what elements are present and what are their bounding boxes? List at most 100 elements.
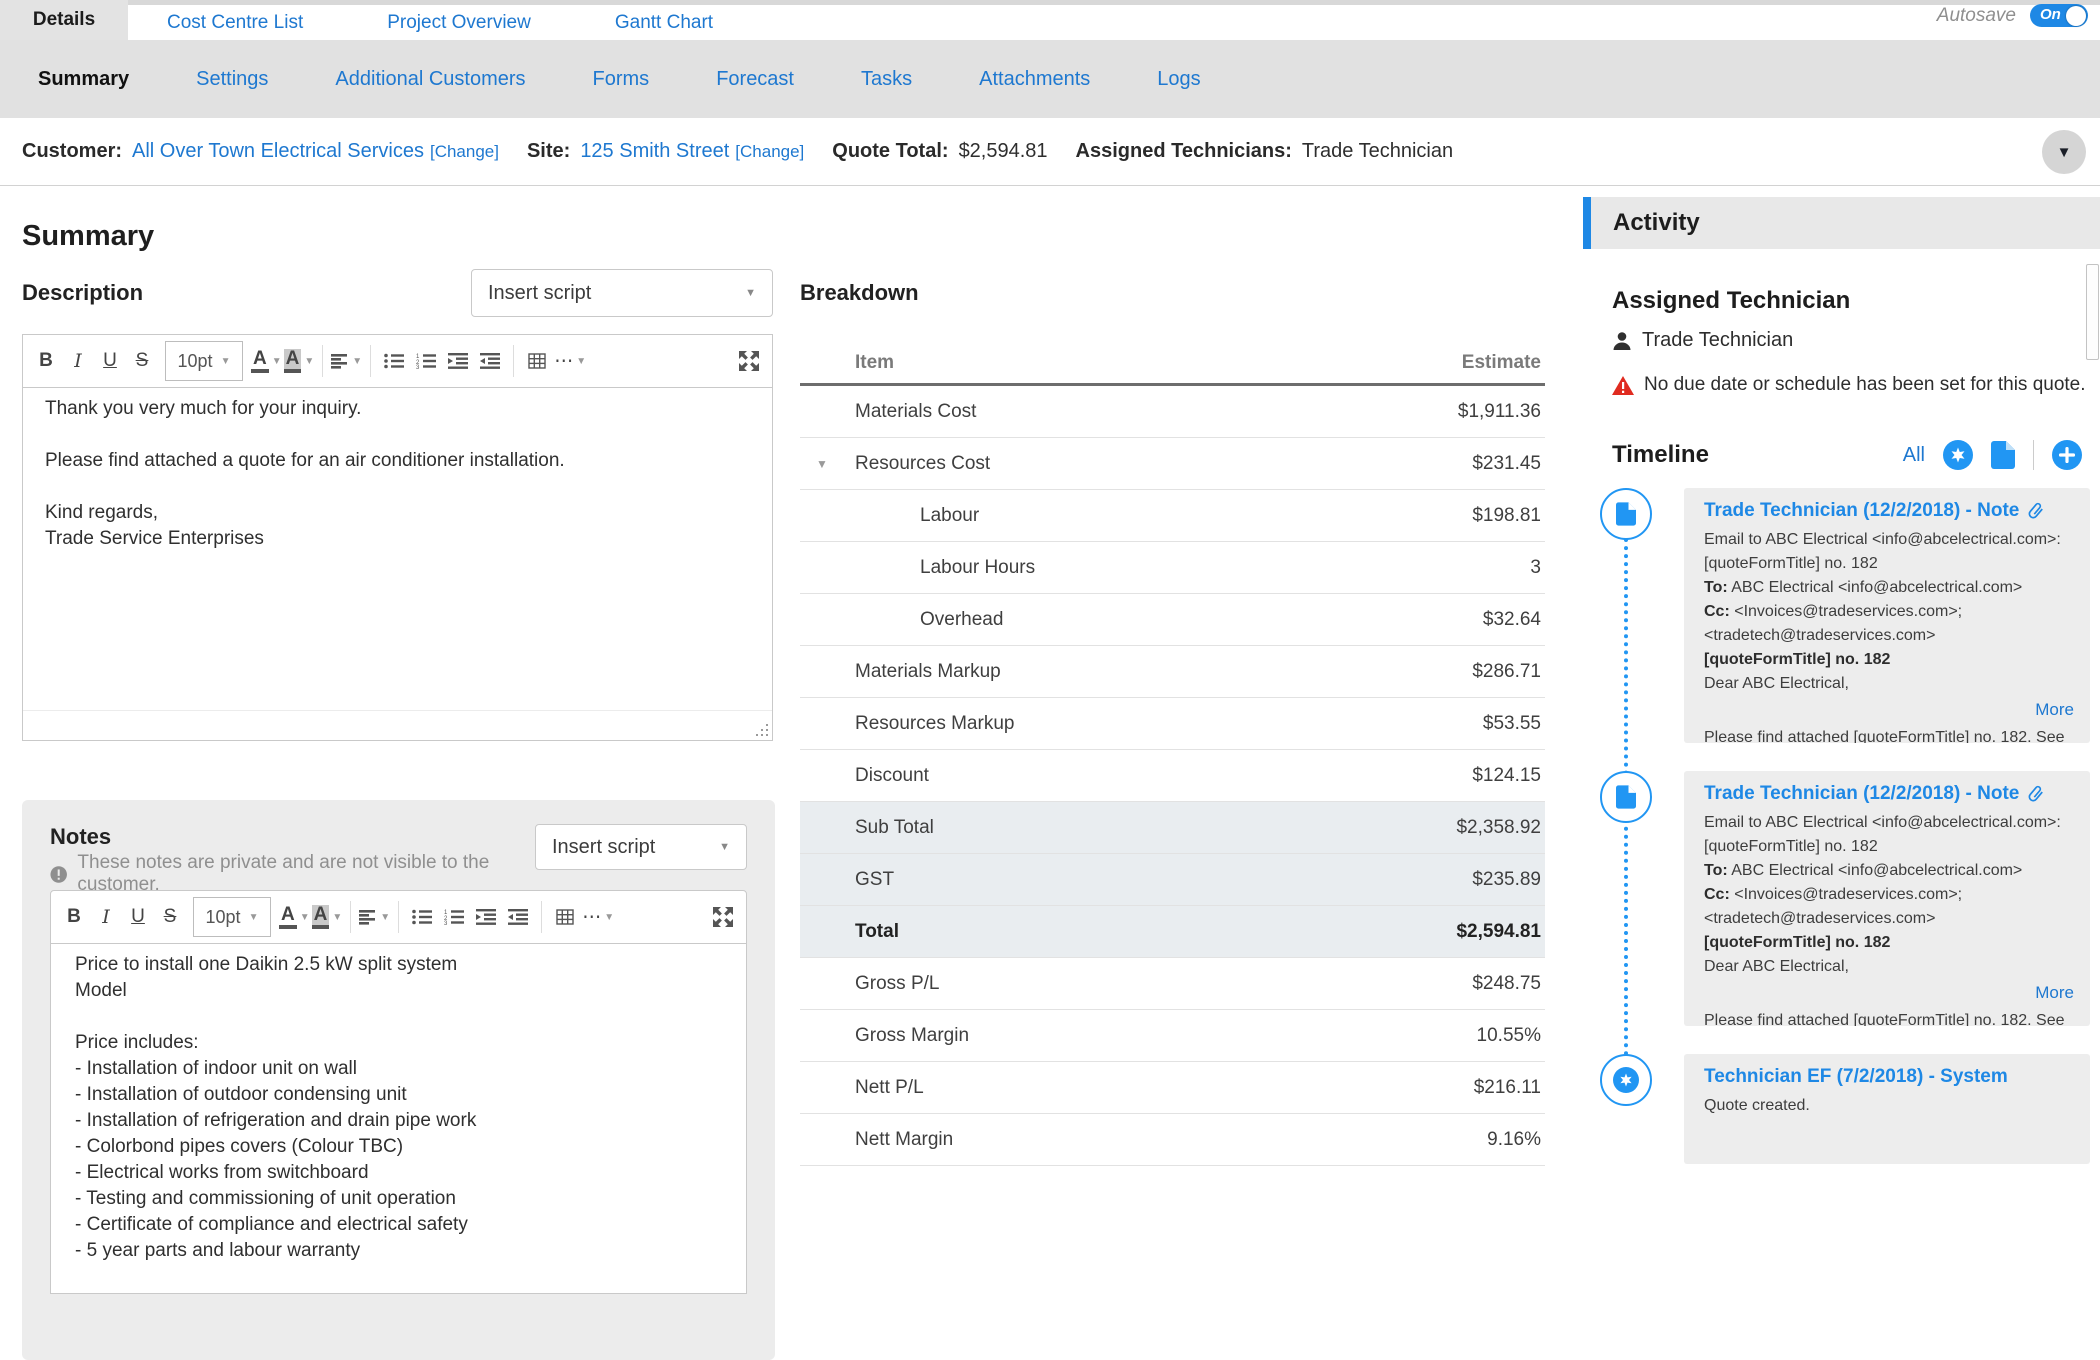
timeline-filter-all[interactable]: All — [1903, 444, 1925, 467]
tab-forms[interactable]: Forms — [593, 68, 650, 91]
insert-table-button[interactable] — [522, 342, 552, 380]
indent-icon — [476, 909, 496, 925]
note-filter-icon[interactable] — [1991, 441, 2015, 469]
align-button[interactable]: ▼ — [359, 898, 390, 936]
italic-button[interactable]: I — [91, 898, 121, 936]
numbered-list-button[interactable]: 123 — [439, 898, 469, 936]
tab-gantt-chart[interactable]: Gantt Chart — [615, 12, 713, 34]
note-event-marker — [1600, 771, 1652, 823]
description-editor[interactable]: Thank you very much for your inquiry. Pl… — [22, 388, 773, 741]
card-line: [quoteFormTitle] no. 182 — [1704, 835, 2074, 859]
editor-line: - Colorbond pipes covers (Colour TBC) — [75, 1134, 722, 1160]
row-value: $53.55 — [1483, 713, 1545, 735]
tab-attachments[interactable]: Attachments — [979, 68, 1090, 91]
autosave-control: Autosave On — [1937, 4, 2088, 27]
timeline-entry: Trade Technician (12/2/2018) - Note Emai… — [1600, 771, 2090, 1026]
paperclip-icon — [2027, 501, 2045, 521]
timeline-card: Trade Technician (12/2/2018) - Note Emai… — [1684, 771, 2090, 1026]
editor-line: - Installation of refrigeration and drai… — [75, 1108, 722, 1134]
editor-line: Thank you very much for your inquiry. — [45, 396, 750, 422]
font-size-select[interactable]: 10pt ▼ — [193, 897, 271, 937]
outdent-button[interactable] — [475, 342, 505, 380]
bullet-list-icon — [412, 909, 432, 925]
table-row: Nett P/L $216.11 — [800, 1062, 1545, 1114]
system-filter-icon[interactable] — [1943, 440, 1973, 470]
notes-insert-script-select[interactable]: Insert script ▼ — [535, 824, 747, 870]
card-line: [quoteFormTitle] no. 182 — [1704, 648, 2074, 672]
toolbar-separator — [513, 345, 514, 377]
table-icon — [528, 353, 546, 369]
collapse-arrow-icon[interactable]: ▼ — [816, 457, 828, 471]
more-options-button[interactable]: ⋯ ▼ — [582, 898, 614, 936]
strikethrough-button[interactable]: S — [155, 898, 185, 936]
chevron-down-icon: ▼ — [2057, 144, 2072, 161]
description-editor-text[interactable]: Thank you very much for your inquiry. Pl… — [23, 388, 772, 710]
dropdown-arrow-icon: ▼ — [576, 356, 586, 367]
more-link[interactable]: More — [1704, 698, 2074, 722]
indent-button[interactable] — [471, 898, 501, 936]
strikethrough-button[interactable]: S — [127, 342, 157, 380]
row-label: Sub Total — [800, 817, 934, 839]
tab-additional-customers[interactable]: Additional Customers — [335, 68, 525, 91]
customer-link[interactable]: All Over Town Electrical Services — [132, 140, 424, 163]
font-size-select[interactable]: 10pt ▼ — [165, 341, 243, 381]
tab-project-overview[interactable]: Project Overview — [387, 12, 531, 34]
card-arrow — [1684, 504, 1694, 524]
bold-button[interactable]: B — [59, 898, 89, 936]
italic-button[interactable]: I — [63, 342, 93, 380]
text-color-button[interactable]: A ▼ — [251, 342, 282, 380]
card-line: <tradetech@tradeservices.com> — [1704, 624, 2074, 648]
fullscreen-button[interactable] — [708, 898, 738, 936]
highlight-color-button[interactable]: A ▼ — [284, 342, 315, 380]
card-line: [quoteFormTitle] no. 182 — [1704, 931, 2074, 955]
numbered-list-button[interactable]: 123 — [411, 342, 441, 380]
underline-button[interactable]: U — [123, 898, 153, 936]
collapse-header-button[interactable]: ▼ — [2042, 130, 2086, 174]
highlight-color-button[interactable]: A ▼ — [312, 898, 343, 936]
underline-button[interactable]: U — [95, 342, 125, 380]
timeline-entry-title[interactable]: Trade Technician (12/2/2018) - Note — [1704, 500, 2074, 522]
tab-details[interactable]: Details — [0, 0, 128, 40]
tab-summary[interactable]: Summary — [38, 68, 129, 91]
row-value: $32.64 — [1483, 609, 1545, 631]
card-arrow — [1684, 1070, 1694, 1090]
fullscreen-button[interactable] — [734, 342, 764, 380]
add-note-icon[interactable] — [2052, 440, 2082, 470]
notes-privacy-text: These notes are private and are not visi… — [77, 852, 535, 896]
change-site-link[interactable]: [Change] — [735, 142, 804, 162]
notes-editor[interactable]: Price to install one Daikin 2.5 kW split… — [50, 944, 747, 1294]
change-customer-link[interactable]: [Change] — [430, 142, 499, 162]
breakdown-section: Breakdown Item Estimate Materials Cost $… — [800, 268, 1545, 1166]
bullet-list-button[interactable] — [407, 898, 437, 936]
outdent-button[interactable] — [503, 898, 533, 936]
description-insert-script-select[interactable]: Insert script ▼ — [471, 269, 773, 317]
table-row: Gross P/L $248.75 — [800, 958, 1545, 1010]
table-row: Materials Cost $1,911.36 — [800, 386, 1545, 438]
tab-forecast[interactable]: Forecast — [716, 68, 794, 91]
more-link[interactable]: More — [1704, 981, 2074, 1005]
bullet-list-button[interactable] — [379, 342, 409, 380]
toolbar-separator — [322, 345, 323, 377]
tab-tasks[interactable]: Tasks — [861, 68, 912, 91]
timeline-entry-title[interactable]: Trade Technician (12/2/2018) - Note — [1704, 783, 2074, 805]
more-options-button[interactable]: ⋯ ▼ — [554, 342, 586, 380]
activity-panel: Activity Assigned Technician Trade Techn… — [1583, 197, 2100, 1270]
table-row: Gross Margin 10.55% — [800, 1010, 1545, 1062]
align-button[interactable]: ▼ — [331, 342, 362, 380]
insert-table-button[interactable] — [550, 898, 580, 936]
card-line-clipped: Please find attached [quoteFormTitle] no… — [1704, 726, 2074, 743]
site-link[interactable]: 125 Smith Street — [580, 140, 729, 163]
tab-settings[interactable]: Settings — [196, 68, 268, 91]
text-color-button[interactable]: A ▼ — [279, 898, 310, 936]
scrollbar-thumb[interactable] — [2086, 264, 2099, 360]
timeline-heading: Timeline — [1612, 441, 1709, 469]
tab-logs[interactable]: Logs — [1157, 68, 1200, 91]
row-value: 3 — [1530, 557, 1545, 579]
timeline-entry-title[interactable]: Technician EF (7/2/2018) - System — [1704, 1066, 2074, 1088]
autosave-toggle[interactable]: On — [2030, 4, 2088, 27]
bold-button[interactable]: B — [31, 342, 61, 380]
resize-grip-icon[interactable] — [755, 723, 769, 737]
tab-cost-centre-list[interactable]: Cost Centre List — [167, 12, 303, 34]
dropdown-arrow-icon: ▼ — [332, 912, 342, 923]
indent-button[interactable] — [443, 342, 473, 380]
